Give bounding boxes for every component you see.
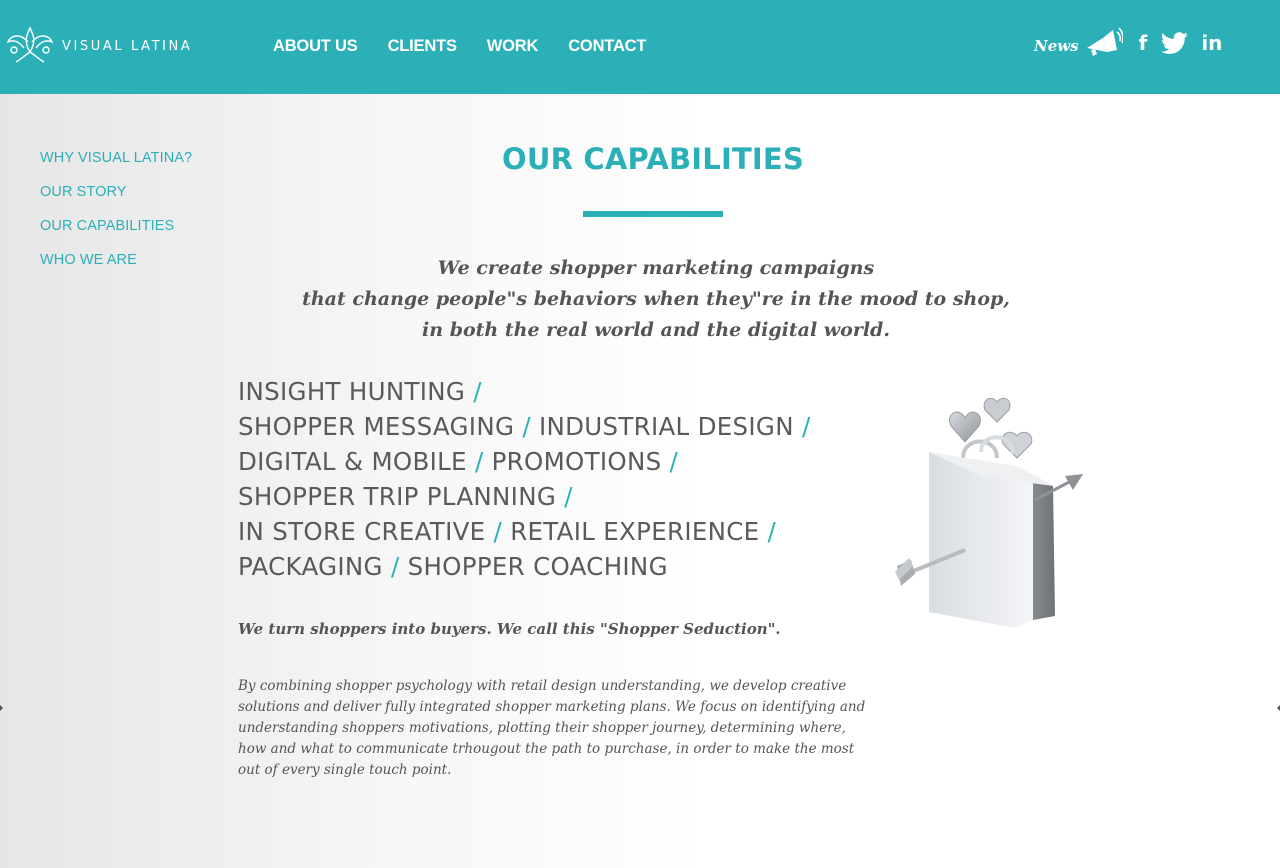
capability-separator: / [522, 412, 531, 441]
intro-text: We create shopper marketing campaigns th… [260, 253, 1052, 346]
capability-separator: / [390, 552, 400, 581]
capability-separator: / [767, 517, 777, 546]
intro-line: in both the real world and the digital w… [422, 319, 890, 341]
nav-clients[interactable]: CLIENTS [388, 37, 457, 56]
capabilities-row: DIGITAL & MOBILE / PROMOTIONS / [238, 444, 878, 479]
logo-text: VISUAL LATINA [62, 38, 193, 54]
capability-separator: / [801, 412, 811, 441]
capability-separator: / [473, 377, 482, 406]
sidebar-item-our-story[interactable]: OUR STORY [40, 184, 192, 200]
sidebar-item-who-we-are[interactable]: WHO WE ARE [40, 252, 192, 268]
capability-item: DIGITAL & MOBILE [238, 447, 467, 476]
capability-item: SHOPPER MESSAGING [238, 412, 515, 441]
capability-item: INDUSTRIAL DESIGN [538, 412, 794, 441]
capability-item: INSIGHT HUNTING [238, 377, 466, 406]
sidebar-item-our-capabilities[interactable]: OUR CAPABILITIES [40, 218, 192, 234]
sidebar-item-why-visual-latina[interactable]: WHY VISUAL LATINA? [40, 150, 192, 166]
linkedin-icon[interactable]: in [1201, 31, 1222, 55]
scroll-marker-left [0, 705, 3, 711]
capabilities-row: PACKAGING / SHOPPER COACHING [238, 549, 878, 584]
intro-line: that change people"s behaviors when they… [302, 288, 1010, 310]
capabilities-row: INSIGHT HUNTING / [238, 374, 878, 409]
capability-separator: / [564, 482, 573, 511]
capability-item: SHOPPER COACHING [407, 552, 668, 581]
news-link[interactable]: News [1034, 37, 1079, 55]
page-title: OUR CAPABILITIES [501, 142, 805, 176]
capability-separator: / [669, 447, 679, 476]
intro-line: We create shopper marketing campaigns [437, 257, 875, 279]
logo[interactable]: VISUAL LATINA [4, 22, 192, 66]
title-divider [583, 211, 723, 217]
capability-item: RETAIL EXPERIENCE [510, 517, 760, 546]
main-nav: ABOUT US CLIENTS WORK CONTACT [273, 37, 676, 56]
nav-about-us[interactable]: ABOUT US [273, 37, 358, 56]
nav-work[interactable]: WORK [487, 37, 539, 56]
capability-separator: / [474, 447, 484, 476]
social-links: News f in [1034, 26, 1222, 60]
capability-item: IN STORE CREATIVE [238, 517, 486, 546]
top-header: VISUAL LATINA ABOUT US CLIENTS WORK CONT… [0, 0, 1280, 94]
capabilities-list: INSIGHT HUNTING / SHOPPER MESSAGING / IN… [238, 374, 878, 584]
capabilities-row: SHOPPER TRIP PLANNING / [238, 479, 878, 514]
side-nav: WHY VISUAL LATINA? OUR STORY OUR CAPABIL… [40, 150, 192, 286]
capability-item: PROMOTIONS [491, 447, 662, 476]
facebook-icon[interactable]: f [1139, 31, 1148, 55]
capabilities-row: IN STORE CREATIVE / RETAIL EXPERIENCE / [238, 514, 878, 549]
capabilities-row: SHOPPER MESSAGING / INDUSTRIAL DESIGN / [238, 409, 878, 444]
twitter-icon[interactable] [1161, 31, 1189, 55]
nav-contact[interactable]: CONTACT [568, 37, 646, 56]
capability-item: SHOPPER TRIP PLANNING [238, 482, 557, 511]
tagline: We turn shoppers into buyers. We call th… [238, 620, 781, 638]
capability-separator: / [493, 517, 503, 546]
shopping-bag-illustration [895, 397, 1083, 628]
capability-item: PACKAGING [238, 552, 383, 581]
body-paragraph: By combining shopper psychology with ret… [238, 678, 866, 778]
logo-emblem-icon [6, 26, 54, 63]
megaphone-icon[interactable] [1083, 26, 1123, 60]
